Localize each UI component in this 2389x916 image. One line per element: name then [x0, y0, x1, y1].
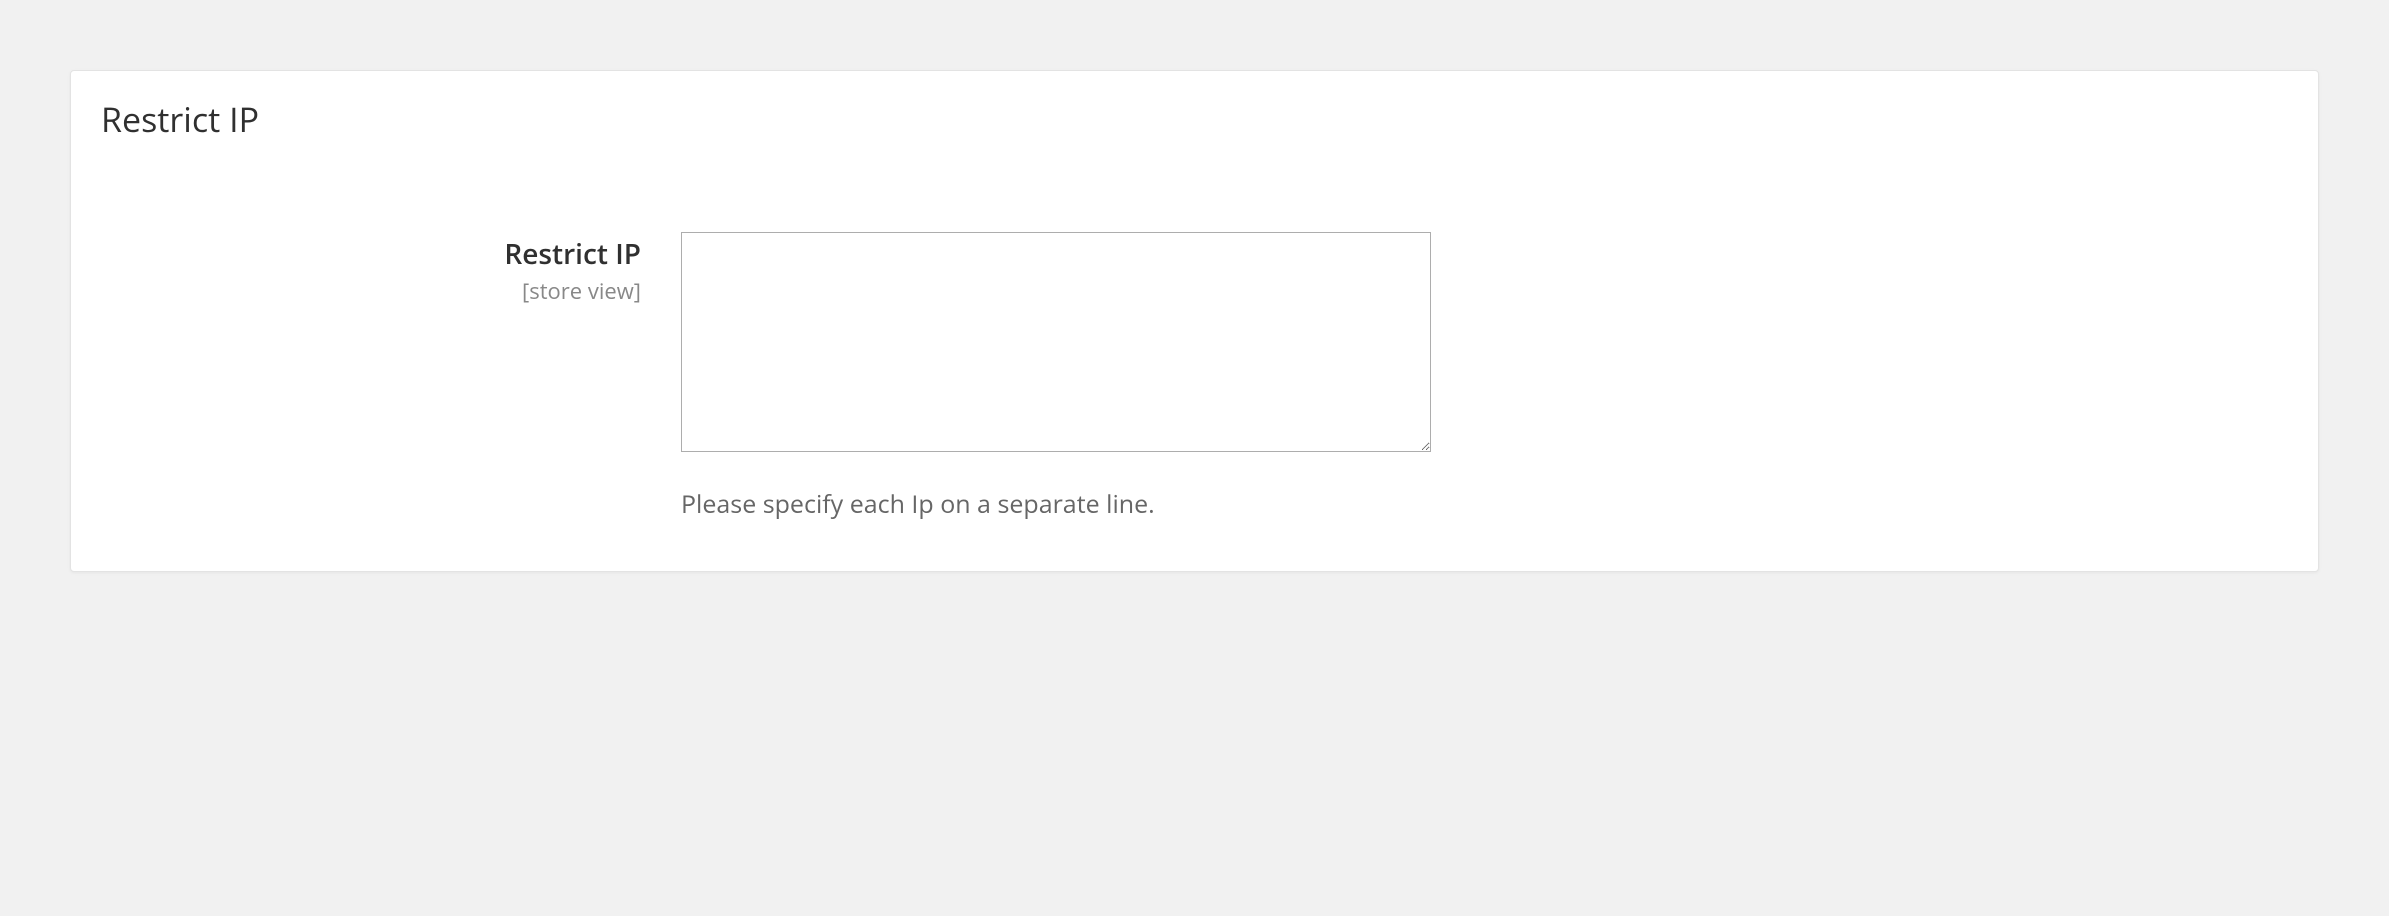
restrict-ip-panel: Restrict IP Restrict IP [store view] Ple…: [70, 70, 2319, 572]
input-column: Please specify each Ip on a separate lin…: [681, 232, 1431, 521]
panel-title: Restrict IP: [101, 96, 2288, 142]
restrict-ip-row: Restrict IP [store view] Please specify …: [121, 232, 2288, 521]
label-column: Restrict IP [store view]: [121, 232, 681, 306]
restrict-ip-note: Please specify each Ip on a separate lin…: [681, 487, 1431, 521]
restrict-ip-textarea[interactable]: [681, 232, 1431, 452]
restrict-ip-scope: [store view]: [121, 276, 641, 306]
restrict-ip-label: Restrict IP: [121, 238, 641, 272]
